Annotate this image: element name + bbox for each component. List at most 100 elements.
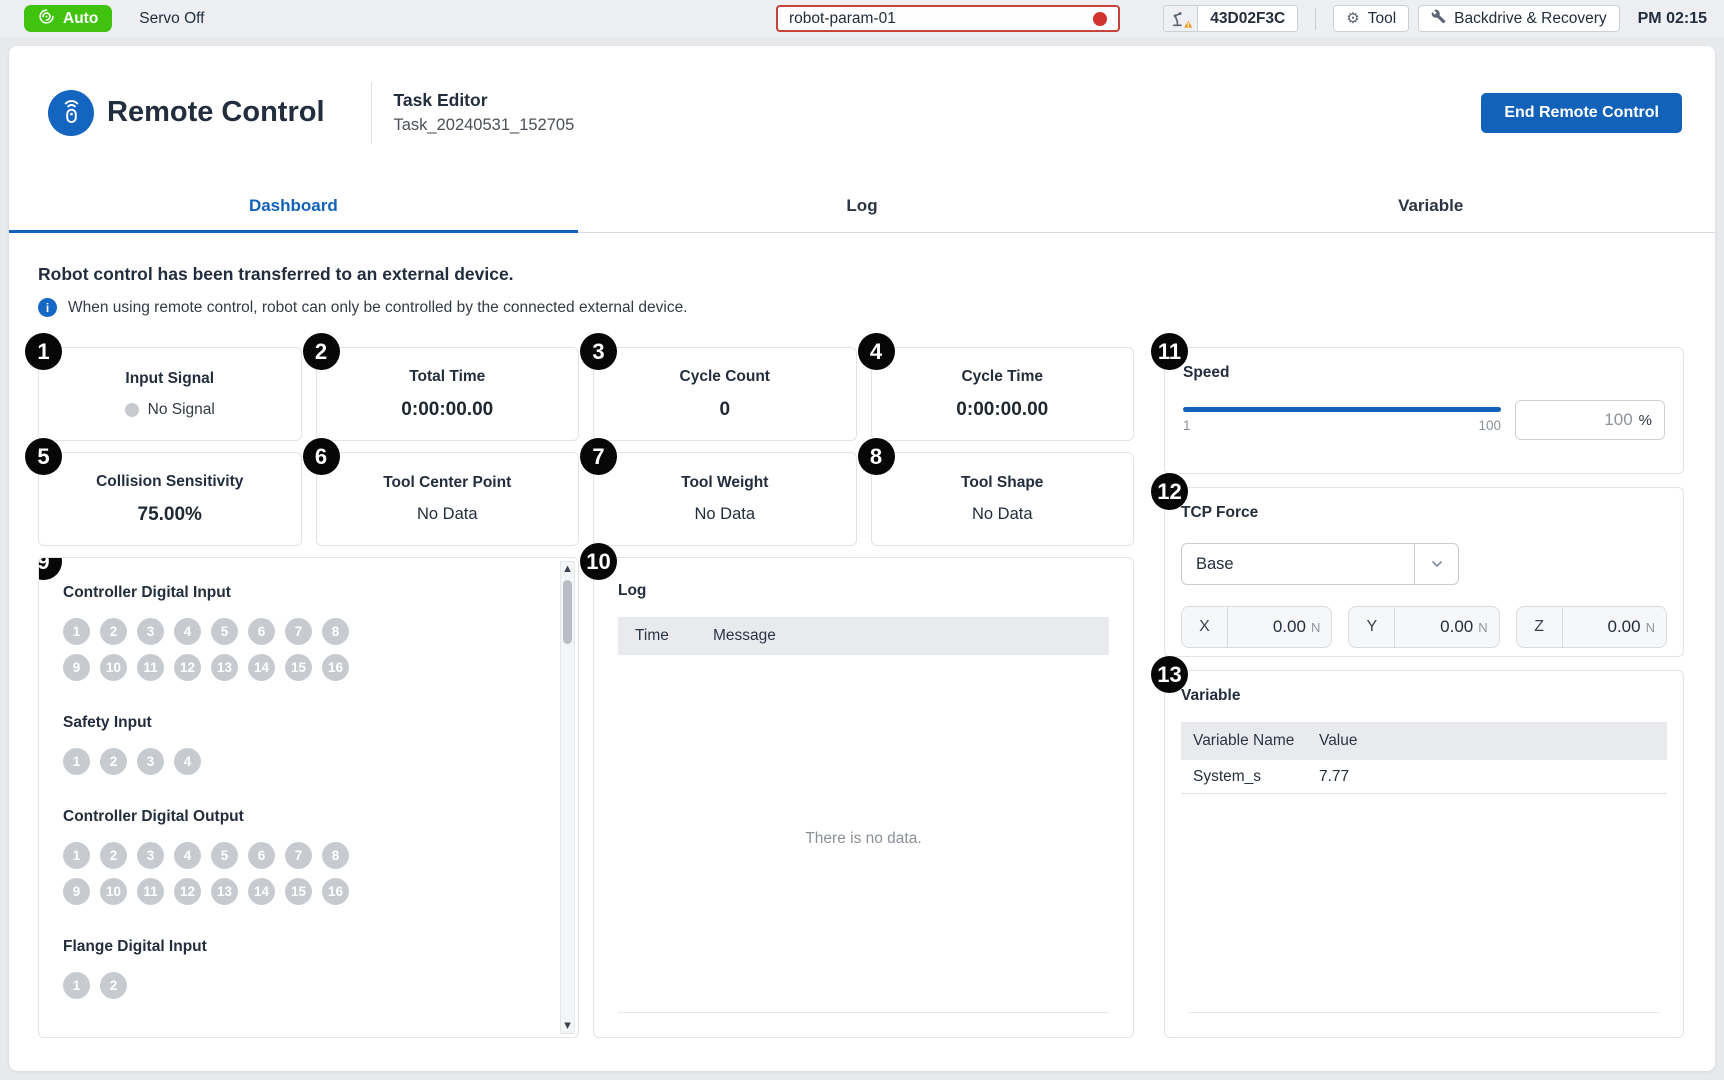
chevron-down-icon <box>1414 544 1458 584</box>
scrollbar-thumb[interactable] <box>563 580 572 644</box>
io-indicator: 1 <box>63 972 90 999</box>
io-section-title: Controller Digital Output <box>63 808 538 826</box>
stat-card-total-time: 2 Total Time 0:00:00.00 <box>316 347 580 441</box>
signal-text: No Signal <box>148 401 215 419</box>
backdrive-button-label: Backdrive & Recovery <box>1454 10 1606 28</box>
speed-slider[interactable] <box>1183 407 1501 412</box>
speed-max-label: 100 <box>1478 418 1501 433</box>
speed-value: 100 <box>1604 410 1632 430</box>
stat-card-tool-center-point: 6 Tool Center Point No Data <box>316 452 580 546</box>
speed-value-input[interactable]: 100 % <box>1515 400 1665 440</box>
stat-card-title: Collision Sensitivity <box>96 473 243 491</box>
io-indicator: 2 <box>100 842 127 869</box>
tcp-force-axis-z: Z 0.00 N <box>1516 606 1667 648</box>
step-badge-13: 13 <box>1151 656 1188 693</box>
tcp-force-frame-dropdown[interactable]: Base <box>1181 543 1459 585</box>
io-indicator: 9 <box>63 654 90 681</box>
io-indicator: 12 <box>174 654 201 681</box>
stat-card-value: No Data <box>694 505 755 524</box>
step-badge: 6 <box>303 438 340 475</box>
stat-card-title: Cycle Time <box>961 368 1043 386</box>
axis-unit: N <box>1478 620 1487 635</box>
tab-label: Log <box>846 196 877 216</box>
backdrive-recovery-button[interactable]: Backdrive & Recovery <box>1418 5 1619 32</box>
log-col-message: Message <box>713 627 776 645</box>
tcp-force-axis-x: X 0.00 N <box>1181 606 1332 648</box>
notice-heading: Robot control has been transferred to an… <box>38 264 1684 285</box>
io-indicator: 4 <box>174 748 201 775</box>
program-name-field[interactable]: robot-param-01 <box>776 5 1120 32</box>
end-remote-control-button[interactable]: End Remote Control <box>1481 93 1682 133</box>
tab-variable[interactable]: Variable <box>1146 179 1715 232</box>
io-indicator-grid: 12345678910111213141516 <box>63 842 538 905</box>
mode-label: Auto <box>63 10 98 28</box>
variable-bottom-divider <box>1189 1012 1659 1013</box>
scroll-down-icon[interactable]: ▼ <box>561 1019 574 1033</box>
axis-unit: N <box>1311 620 1320 635</box>
axis-value-box: 0.00 N <box>1563 607 1666 647</box>
stat-card-tool-shape: 8 Tool Shape No Data <box>871 452 1135 546</box>
auto-mode-icon <box>38 8 55 30</box>
io-section-title: Controller Digital Input <box>63 584 538 602</box>
stat-card-value: 0:00:00.00 <box>401 399 493 421</box>
axis-value-box: 0.00 N <box>1395 607 1498 647</box>
tool-button[interactable]: ⚙ Tool <box>1333 5 1409 32</box>
remote-control-icon <box>48 90 94 136</box>
axis-label: X <box>1182 607 1228 647</box>
robot-id-box[interactable]: 43D02F3C <box>1163 5 1298 32</box>
variable-col-value: Value <box>1319 732 1358 750</box>
axis-label: Y <box>1349 607 1395 647</box>
io-indicator: 10 <box>100 878 127 905</box>
io-indicator: 3 <box>137 748 164 775</box>
tab-label: Variable <box>1398 196 1463 216</box>
tab-dashboard[interactable]: Dashboard <box>9 179 578 232</box>
notice-info-row: i When using remote control, robot can o… <box>38 298 1684 317</box>
stat-card-cycle-count: 3 Cycle Count 0 <box>593 347 857 441</box>
io-section-safety-input: Safety Input 1234 <box>63 714 538 775</box>
stat-card-title: Total Time <box>409 368 485 386</box>
stat-card-title: Cycle Count <box>680 368 770 386</box>
io-indicator: 11 <box>137 878 164 905</box>
header-divider <box>371 82 372 144</box>
tab-bar: Dashboard Log Variable <box>9 179 1715 233</box>
stat-card-input-signal: 1 Input Signal No Signal <box>38 347 302 441</box>
io-indicator: 6 <box>248 842 275 869</box>
io-indicator: 1 <box>63 748 90 775</box>
tcp-force-axis-y: Y 0.00 N <box>1348 606 1499 648</box>
variable-row: System_s 7.77 <box>1181 760 1667 794</box>
clock: PM 02:15 <box>1638 10 1707 28</box>
stat-card-value: 75.00% <box>138 504 202 526</box>
io-indicator: 15 <box>285 878 312 905</box>
stat-card-value: No Data <box>972 505 1033 524</box>
main-panel: Remote Control Task Editor Task_20240531… <box>9 46 1715 1071</box>
task-name: Task_20240531_152705 <box>394 116 575 135</box>
io-indicator: 14 <box>248 878 275 905</box>
program-name-text: robot-param-01 <box>789 10 896 28</box>
step-badge-9: 9 <box>38 557 62 580</box>
servo-status: Servo Off <box>139 10 204 28</box>
io-indicator: 7 <box>285 842 312 869</box>
io-indicator: 12 <box>174 878 201 905</box>
io-scrollbar[interactable]: ▲ ▼ <box>560 561 575 1034</box>
variable-name: System_s <box>1193 768 1319 786</box>
tool-button-label: Tool <box>1368 10 1396 28</box>
cards-area: 1 Input Signal No Signal 2 Total Time 0:… <box>38 347 1684 1038</box>
stat-card-title: Tool Weight <box>681 474 768 492</box>
info-icon: i <box>38 298 57 317</box>
scroll-up-icon[interactable]: ▲ <box>561 562 574 576</box>
io-indicator: 3 <box>137 618 164 645</box>
axis-value: 0.00 <box>1273 617 1306 637</box>
axis-value: 0.00 <box>1440 617 1473 637</box>
task-context: Task Editor Task_20240531_152705 <box>394 90 575 135</box>
step-badge-11: 11 <box>1151 333 1188 370</box>
stat-card-value: 0 <box>719 399 730 421</box>
tcp-force-axes: X 0.00 N Y 0.00 N Z 0.00 N <box>1181 606 1667 648</box>
step-badge: 8 <box>858 438 895 475</box>
log-table-header: Time Message <box>618 617 1109 655</box>
axis-value-box: 0.00 N <box>1228 607 1331 647</box>
io-indicator: 8 <box>322 618 349 645</box>
io-indicator: 16 <box>322 654 349 681</box>
variable-card: 13 Variable Variable Name Value System_s… <box>1164 670 1684 1038</box>
mode-badge-auto[interactable]: Auto <box>24 5 112 32</box>
tab-log[interactable]: Log <box>578 179 1147 232</box>
